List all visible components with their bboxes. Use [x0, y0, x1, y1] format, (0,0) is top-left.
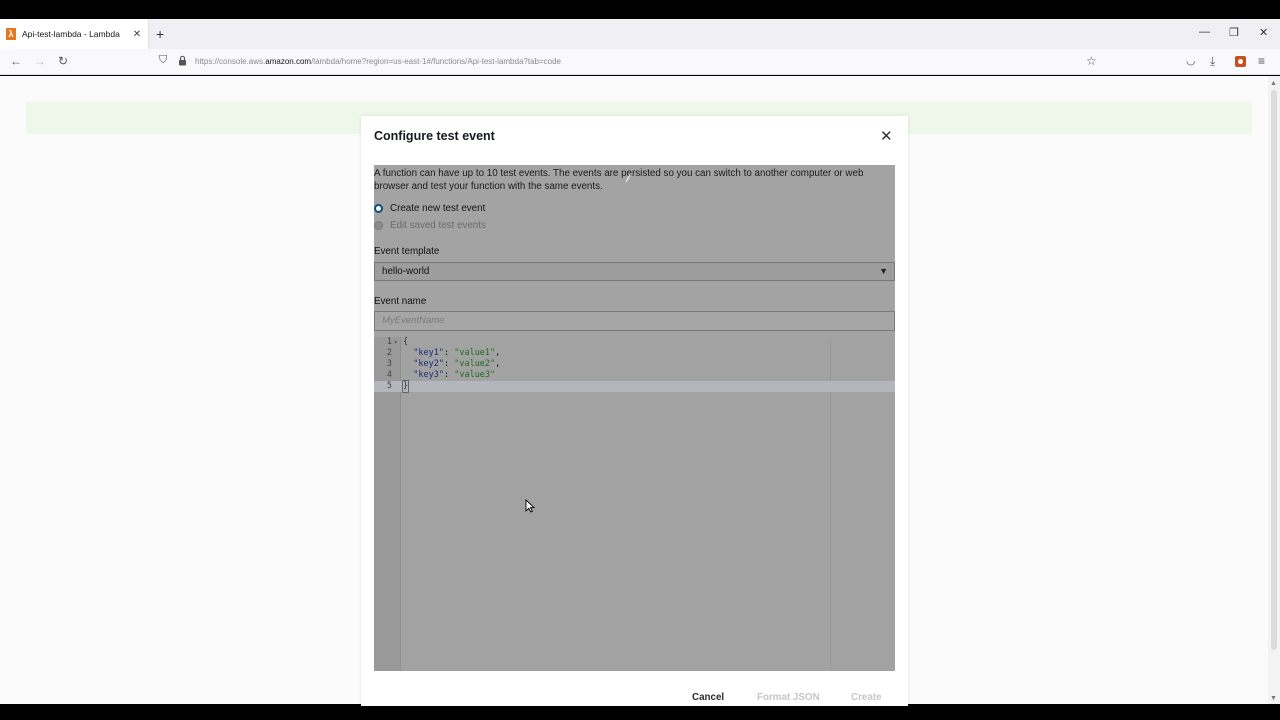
- radio-edit-saved[interactable]: Edit saved test events: [374, 220, 486, 231]
- screen-top-bar: [0, 0, 1280, 19]
- restore-icon[interactable]: ❐: [1229, 26, 1239, 39]
- modal-title: Configure test event: [374, 129, 495, 143]
- new-tab-button[interactable]: +: [156, 26, 164, 42]
- json-value: "value1": [454, 348, 496, 358]
- line-number: 4: [386, 370, 392, 380]
- tab-bar: λ Api-test-lambda - Lambda ✕ + — ❐ ✕: [0, 19, 1280, 49]
- code-text: "key3": "value3": [413, 370, 496, 380]
- event-template-value: hello-world: [382, 266, 430, 277]
- line-number: 5: [386, 381, 392, 391]
- event-template-label: Event template: [374, 246, 440, 257]
- browser-window: λ Api-test-lambda - Lambda ✕ + — ❐ ✕ ← →…: [0, 0, 1280, 720]
- shield-icon[interactable]: ⛉: [159, 54, 167, 67]
- configure-test-event-modal: Configure test event ✕ A function can ha…: [361, 116, 908, 716]
- radio-selected-icon[interactable]: [374, 204, 383, 213]
- radio-edit-label: Edit saved test events: [390, 220, 486, 231]
- pocket-icon[interactable]: ◡: [1186, 54, 1196, 67]
- json-key: "key1": [413, 348, 444, 358]
- close-tab-icon[interactable]: ✕: [130, 29, 144, 40]
- json-value: "value3": [454, 370, 496, 380]
- radio-unselected-icon[interactable]: [374, 221, 383, 230]
- code-text: {: [403, 337, 409, 347]
- address-bar[interactable]: https://console.aws.amazon.com/lambda/ho…: [195, 57, 561, 66]
- radio-create-new[interactable]: Create new test event: [374, 203, 485, 214]
- close-window-icon[interactable]: ✕: [1259, 26, 1268, 39]
- fold-arrow-icon[interactable]: ▾: [394, 337, 398, 348]
- format-json-button[interactable]: Format JSON: [757, 692, 820, 703]
- navigation-bar: ← → ↻ ⛉ https://console.aws.amazon.com/l…: [0, 49, 1280, 75]
- event-template-select[interactable]: hello-world ▼: [374, 262, 895, 281]
- minimize-icon[interactable]: —: [1199, 26, 1210, 38]
- event-name-input[interactable]: MyEventName: [374, 311, 895, 331]
- menu-icon[interactable]: ≡: [1258, 54, 1265, 68]
- download-icon[interactable]: ⤓: [1210, 54, 1215, 69]
- json-code-editor[interactable]: 1 ▾ { 2 "key1": "value1", 3 "key2": "val…: [374, 337, 895, 671]
- code-line: 1 ▾ {: [374, 337, 895, 348]
- caret-down-icon: ▼: [879, 266, 888, 276]
- line-number: 3: [386, 359, 392, 369]
- arrow-left-icon[interactable]: ←: [10, 54, 22, 68]
- scrollbar-thumb[interactable]: [1271, 90, 1277, 650]
- url-path: /lambda/home?region=us-east-1#/functions…: [311, 57, 561, 66]
- arrow-right-icon[interactable]: →: [34, 54, 46, 68]
- mouse-pointer-icon: [525, 499, 535, 513]
- code-line: 2 "key1": "value1",: [374, 348, 895, 359]
- json-trail: ,: [495, 359, 501, 369]
- screen-bottom-bar: [0, 706, 1280, 720]
- code-line: 4 "key3": "value3": [374, 370, 895, 381]
- create-button[interactable]: Create: [851, 692, 882, 703]
- json-key: "key3": [413, 370, 444, 380]
- loading-overlay: A function can have up to 10 test events…: [374, 165, 895, 671]
- code-lines: 1 ▾ { 2 "key1": "value1", 3 "key2": "val…: [374, 337, 895, 393]
- browser-tab[interactable]: λ Api-test-lambda - Lambda ✕: [0, 19, 148, 49]
- json-value: "value2": [454, 359, 496, 369]
- line-number: 1: [386, 337, 392, 347]
- aws-lambda-icon: λ: [6, 28, 16, 40]
- tab-title: Api-test-lambda - Lambda: [22, 29, 120, 39]
- url-prefix: https://console.aws.: [195, 57, 266, 66]
- cancel-button[interactable]: Cancel: [692, 692, 724, 703]
- scroll-down-icon[interactable]: ▼: [1270, 695, 1277, 702]
- json-key: "key2": [413, 359, 444, 369]
- page-scrollbar[interactable]: ▲ ▼: [1268, 76, 1280, 704]
- star-icon[interactable]: ☆: [1086, 54, 1097, 68]
- lock-icon[interactable]: [178, 55, 187, 69]
- extension-icon[interactable]: [1235, 56, 1246, 70]
- event-name-label: Event name: [374, 296, 427, 307]
- json-trail: ,: [495, 348, 501, 358]
- code-text: "key2": "value2",: [413, 359, 501, 369]
- code-text: }: [401, 380, 410, 393]
- scroll-up-icon[interactable]: ▲: [1270, 80, 1277, 87]
- radio-create-label: Create new test event: [390, 203, 486, 214]
- line-number: 2: [386, 348, 392, 358]
- url-domain: amazon.com: [265, 57, 312, 66]
- close-icon[interactable]: ✕: [880, 127, 893, 145]
- code-text: "key1": "value1",: [413, 348, 501, 358]
- reload-icon[interactable]: ↻: [58, 54, 68, 68]
- code-line-active: 5 }: [374, 380, 895, 393]
- code-line: 3 "key2": "value2",: [374, 359, 895, 370]
- modal-description: A function can have up to 10 test events…: [374, 168, 864, 192]
